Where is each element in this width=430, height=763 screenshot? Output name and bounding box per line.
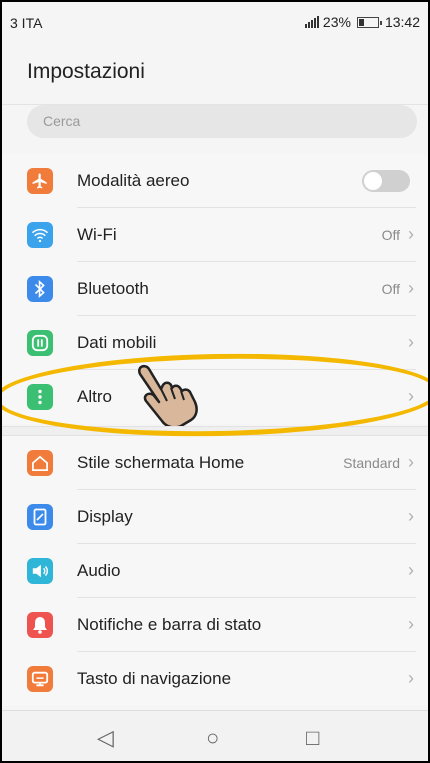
setting-airplane-mode[interactable]: Modalità aereo	[2, 154, 428, 208]
setting-label: Wi-Fi	[77, 225, 117, 244]
battery-percent: 23%	[322, 14, 351, 30]
setting-label: Tasto di navigazione	[77, 669, 232, 688]
chevron-right-icon: ›	[408, 668, 414, 688]
bluetooth-icon	[27, 276, 53, 302]
home-button-icon[interactable]: ○	[206, 725, 219, 751]
setting-label: Stile schermata Home	[77, 453, 245, 472]
airplane-mode-toggle[interactable]	[362, 170, 410, 192]
navigation-bar: ◁ ○ □	[2, 710, 428, 761]
signal-icon	[304, 16, 319, 28]
chevron-right-icon: ›	[408, 452, 414, 472]
setting-value: Off	[381, 227, 400, 243]
notification-icon	[27, 612, 53, 638]
search-bar: Cerca	[2, 104, 428, 148]
setting-wifi[interactable]: Wi-Fi Off ›	[2, 208, 428, 262]
back-icon[interactable]: ◁	[97, 725, 114, 751]
phone-screen: 3 ITA 23% 13:42 Impostazioni Cerca Modal…	[0, 0, 430, 763]
chevron-right-icon: ›	[408, 224, 414, 244]
chevron-right-icon: ›	[408, 614, 414, 634]
battery-icon	[356, 16, 382, 28]
chevron-right-icon: ›	[408, 560, 414, 580]
settings-group-display: Stile schermata Home Standard › Display …	[2, 436, 428, 706]
navigation-key-icon	[27, 666, 53, 692]
setting-audio[interactable]: Audio ›	[2, 544, 428, 598]
setting-display[interactable]: Display ›	[2, 490, 428, 544]
recents-icon[interactable]: □	[306, 725, 319, 751]
search-input[interactable]: Cerca	[27, 105, 417, 138]
setting-value: Standard	[343, 455, 400, 471]
header: Impostazioni	[2, 42, 428, 104]
audio-icon	[27, 558, 53, 584]
setting-label: Display	[77, 507, 133, 526]
chevron-right-icon: ›	[408, 506, 414, 526]
chevron-right-icon: ›	[408, 332, 414, 352]
setting-bluetooth[interactable]: Bluetooth Off ›	[2, 262, 428, 316]
wifi-icon	[27, 222, 53, 248]
setting-home-style[interactable]: Stile schermata Home Standard ›	[2, 436, 428, 490]
setting-label: Modalità aereo	[77, 171, 190, 190]
display-icon	[27, 504, 53, 530]
status-bar: 3 ITA 23% 13:42	[2, 2, 428, 42]
clock: 13:42	[384, 14, 420, 30]
carrier-label: 3 ITA	[10, 15, 43, 31]
chevron-right-icon: ›	[408, 278, 414, 298]
setting-label: Audio	[77, 561, 121, 580]
setting-label: Notifiche e barra di stato	[77, 615, 262, 634]
airplane-icon	[27, 168, 53, 194]
setting-navigation-key[interactable]: Tasto di navigazione ›	[2, 652, 428, 706]
mobile-data-icon	[27, 330, 53, 356]
setting-label: Dati mobili	[77, 333, 157, 352]
setting-label: Bluetooth	[77, 279, 149, 298]
page-title: Impostazioni	[27, 60, 145, 83]
status-indicators: 23% 13:42	[304, 14, 420, 30]
hand-pointer-icon	[138, 364, 198, 426]
setting-notifications[interactable]: Notifiche e barra di stato ›	[2, 598, 428, 652]
home-icon	[27, 450, 53, 476]
setting-value: Off	[381, 281, 400, 297]
